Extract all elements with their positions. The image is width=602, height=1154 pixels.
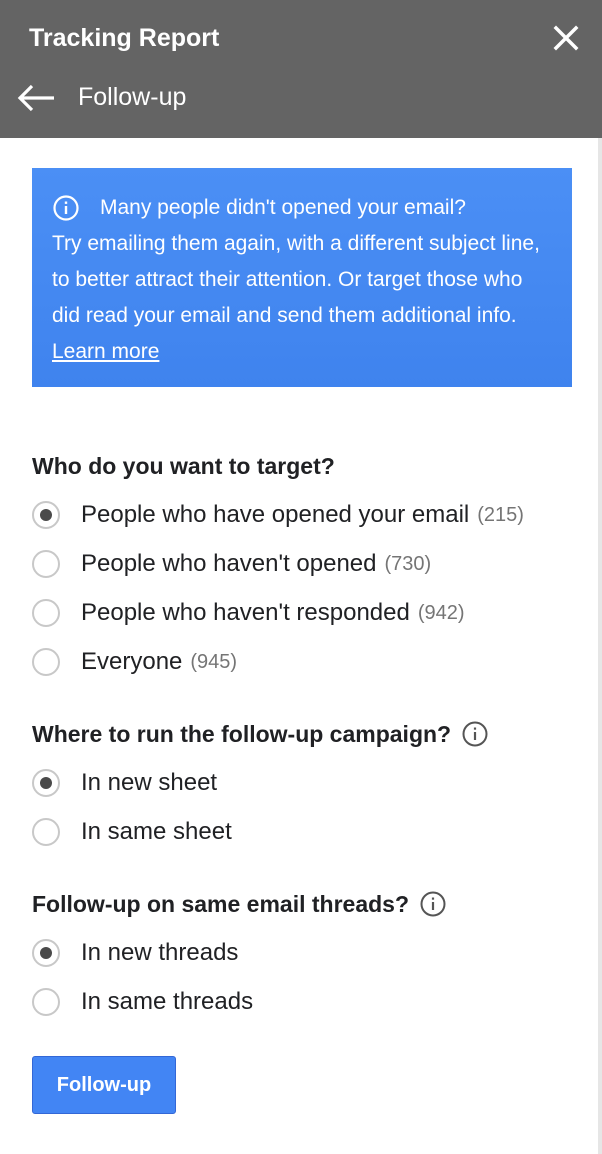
target-option-opened[interactable]: People who have opened your email (215) <box>32 498 524 532</box>
option-label: In new sheet <box>81 769 218 796</box>
page-subtitle: Follow-up <box>78 83 187 111</box>
radio-button[interactable] <box>32 769 60 797</box>
header-bar: Tracking Report Follow-up <box>0 0 602 138</box>
target-option-everyone[interactable]: Everyone (945) <box>32 645 237 679</box>
target-section-title: Who do you want to target? <box>32 451 335 481</box>
option-label: In same sheet <box>81 818 232 845</box>
target-title-text: Who do you want to target? <box>32 453 335 479</box>
info-icon[interactable] <box>461 720 489 748</box>
info-icon <box>53 195 79 221</box>
option-label: People who haven't responded <box>81 599 410 626</box>
campaign-option-same-sheet[interactable]: In same sheet <box>32 815 232 849</box>
close-button[interactable] <box>548 20 584 56</box>
campaign-option-new-sheet[interactable]: In new sheet <box>32 766 217 800</box>
radio-button[interactable] <box>32 818 60 846</box>
info-banner: Many people didn't opened your email? Tr… <box>32 168 572 387</box>
target-option-not-opened[interactable]: People who haven't opened (730) <box>32 547 431 581</box>
radio-button[interactable] <box>32 501 60 529</box>
close-icon <box>553 25 579 51</box>
follow-up-button[interactable]: Follow-up <box>32 1056 176 1114</box>
back-button[interactable] <box>14 80 58 116</box>
option-label: In new threads <box>81 939 239 966</box>
campaign-title-text: Where to run the follow-up campaign? <box>32 721 452 747</box>
radio-button[interactable] <box>32 988 60 1016</box>
option-count: (730) <box>384 552 432 575</box>
threads-section-title: Follow-up on same email threads? <box>32 889 447 919</box>
threads-option-new[interactable]: In new threads <box>32 936 238 970</box>
info-icon[interactable] <box>419 890 447 918</box>
radio-button[interactable] <box>32 939 60 967</box>
radio-button[interactable] <box>32 599 60 627</box>
info-headline: Many people didn't opened your email? <box>100 196 466 219</box>
option-label: People who haven't opened <box>81 550 377 577</box>
radio-button[interactable] <box>32 648 60 676</box>
arrow-left-icon <box>17 84 54 112</box>
option-label: People who have opened your email <box>81 501 470 528</box>
option-count: (945) <box>190 650 238 673</box>
app-title: Tracking Report <box>29 24 220 52</box>
info-body: Try emailing them again, with a differen… <box>52 232 540 327</box>
threads-option-same[interactable]: In same threads <box>32 985 253 1019</box>
threads-title-text: Follow-up on same email threads? <box>32 891 410 917</box>
campaign-section-title: Where to run the follow-up campaign? <box>32 719 489 749</box>
option-count: (942) <box>417 601 465 624</box>
learn-more-link[interactable]: Learn more <box>52 340 159 363</box>
target-option-not-responded[interactable]: People who haven't responded (942) <box>32 596 465 630</box>
option-label: Everyone <box>81 648 183 675</box>
option-label: In same threads <box>81 988 254 1015</box>
radio-button[interactable] <box>32 550 60 578</box>
panel-border <box>598 138 602 1154</box>
option-count: (215) <box>477 503 524 526</box>
